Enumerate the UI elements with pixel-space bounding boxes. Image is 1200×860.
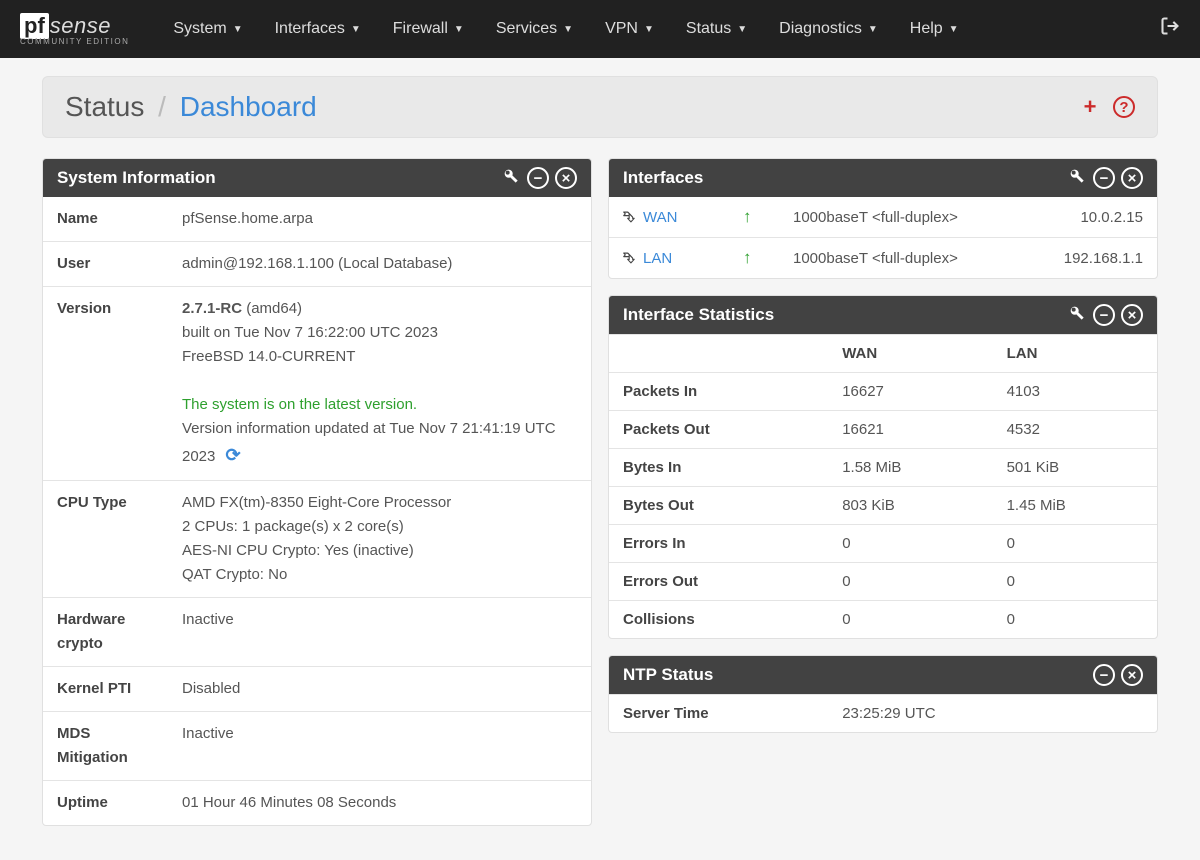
interface-row: ⮷ LAN ↑ 1000baseT <full-duplex> 192.168.1…: [609, 238, 1157, 279]
refresh-icon[interactable]: ⟳: [226, 441, 241, 470]
chevron-down-icon: ▼: [949, 24, 959, 35]
panel-title: NTP Status: [623, 665, 1093, 685]
col-wan: WAN: [828, 335, 992, 373]
label-name: Name: [43, 197, 168, 242]
value-version: 2.7.1-RC (amd64) built on Tue Nov 7 16:2…: [168, 287, 591, 481]
panel-title: System Information: [57, 168, 503, 188]
ntp-server-time: 23:25:29 UTC: [828, 695, 1157, 733]
top-navbar: pfsense COMMUNITY EDITION System▼ Interf…: [0, 0, 1200, 58]
brand-logo[interactable]: pfsense COMMUNITY EDITION: [20, 13, 129, 46]
chevron-down-icon: ▼: [868, 24, 878, 35]
panel-title: Interfaces: [623, 168, 1069, 188]
table-row: MDS MitigationInactive: [43, 711, 591, 780]
nav-services[interactable]: Services▼: [482, 12, 587, 46]
table-row: Uptime01 Hour 46 Minutes 08 Seconds: [43, 780, 591, 825]
nav-menu: System▼ Interfaces▼ Firewall▼ Services▼ …: [159, 12, 1160, 46]
value-user: admin@192.168.1.100 (Local Database): [168, 242, 591, 287]
table-row: CPU Type AMD FX(tm)-8350 Eight-Core Proc…: [43, 480, 591, 597]
chevron-down-icon: ▼: [644, 24, 654, 35]
value-cpu: AMD FX(tm)-8350 Eight-Core Processor 2 C…: [168, 480, 591, 597]
network-icon: ⮷: [623, 209, 635, 226]
nav-interfaces[interactable]: Interfaces▼: [261, 12, 375, 46]
chevron-down-icon: ▼: [454, 24, 464, 35]
wrench-icon[interactable]: [503, 168, 519, 189]
table-row: Useradmin@192.168.1.100 (Local Database): [43, 242, 591, 287]
nav-system[interactable]: System▼: [159, 12, 256, 46]
nav-firewall[interactable]: Firewall▼: [379, 12, 478, 46]
table-row: Kernel PTIDisabled: [43, 666, 591, 711]
nav-status[interactable]: Status▼: [672, 12, 761, 46]
value-name: pfSense.home.arpa: [168, 197, 591, 242]
value-pti: Disabled: [168, 666, 591, 711]
label-user: User: [43, 242, 168, 287]
label-uptime: Uptime: [43, 780, 168, 825]
interface-lan-link[interactable]: LAN: [643, 250, 672, 267]
table-row: Bytes Out803 KiB1.45 MiB: [609, 487, 1157, 525]
table-row: Hardware cryptoInactive: [43, 597, 591, 666]
chevron-down-icon: ▼: [737, 24, 747, 35]
interface-ip: 10.0.2.15: [1022, 197, 1157, 238]
interface-ip: 192.168.1.1: [1022, 238, 1157, 279]
logo-sense: sense: [50, 13, 111, 39]
breadcrumb: Status / Dashboard + ?: [42, 76, 1158, 138]
label-version: Version: [43, 287, 168, 481]
col-lan: LAN: [993, 335, 1157, 373]
nav-help[interactable]: Help▼: [896, 12, 973, 46]
interface-wan-link[interactable]: WAN: [643, 209, 677, 226]
logo-subtitle: COMMUNITY EDITION: [20, 37, 129, 46]
interface-stats-panel: Interface Statistics − × WAN LAN Packets…: [608, 295, 1158, 639]
arrow-up-icon: ↑: [743, 207, 752, 226]
label-pti: Kernel PTI: [43, 666, 168, 711]
interface-media: 1000baseT <full-duplex>: [779, 238, 1022, 279]
wrench-icon[interactable]: [1069, 168, 1085, 189]
interface-row: ⮷ WAN ↑ 1000baseT <full-duplex> 10.0.2.15: [609, 197, 1157, 238]
logo-pf: pf: [20, 13, 49, 39]
ntp-status-panel: NTP Status − × Server Time23:25:29 UTC: [608, 655, 1158, 733]
logout-icon[interactable]: [1160, 16, 1180, 42]
label-hwcrypto: Hardware crypto: [43, 597, 168, 666]
label-cpu: CPU Type: [43, 480, 168, 597]
value-uptime: 01 Hour 46 Minutes 08 Seconds: [168, 780, 591, 825]
table-row: Collisions00: [609, 601, 1157, 639]
network-icon: ⮷: [623, 250, 635, 267]
minimize-icon[interactable]: −: [1093, 167, 1115, 189]
chevron-down-icon: ▼: [563, 24, 573, 35]
breadcrumb-separator: /: [158, 91, 166, 122]
help-icon[interactable]: ?: [1113, 96, 1135, 118]
interfaces-panel: Interfaces − × ⮷ WAN ↑ 1000baseT <full-du…: [608, 158, 1158, 279]
interface-media: 1000baseT <full-duplex>: [779, 197, 1022, 238]
close-icon[interactable]: ×: [555, 167, 577, 189]
value-mds: Inactive: [168, 711, 591, 780]
table-row: Errors In00: [609, 525, 1157, 563]
breadcrumb-root[interactable]: Status: [65, 91, 144, 122]
value-hwcrypto: Inactive: [168, 597, 591, 666]
minimize-icon[interactable]: −: [1093, 664, 1115, 686]
minimize-icon[interactable]: −: [527, 167, 549, 189]
nav-diagnostics[interactable]: Diagnostics▼: [765, 12, 892, 46]
table-row: Errors Out00: [609, 563, 1157, 601]
breadcrumb-current[interactable]: Dashboard: [180, 91, 317, 122]
label-mds: MDS Mitigation: [43, 711, 168, 780]
nav-vpn[interactable]: VPN▼: [591, 12, 668, 46]
stats-header-row: WAN LAN: [609, 335, 1157, 373]
table-row: Bytes In1.58 MiB501 KiB: [609, 449, 1157, 487]
arrow-up-icon: ↑: [743, 248, 752, 267]
minimize-icon[interactable]: −: [1093, 304, 1115, 326]
close-icon[interactable]: ×: [1121, 304, 1143, 326]
table-row: Packets In166274103: [609, 373, 1157, 411]
table-row: NamepfSense.home.arpa: [43, 197, 591, 242]
add-widget-icon[interactable]: +: [1079, 96, 1101, 118]
table-row: Version 2.7.1-RC (amd64) built on Tue No…: [43, 287, 591, 481]
close-icon[interactable]: ×: [1121, 664, 1143, 686]
chevron-down-icon: ▼: [351, 24, 361, 35]
panel-title: Interface Statistics: [623, 305, 1069, 325]
table-row: Server Time23:25:29 UTC: [609, 695, 1157, 733]
close-icon[interactable]: ×: [1121, 167, 1143, 189]
chevron-down-icon: ▼: [233, 24, 243, 35]
wrench-icon[interactable]: [1069, 305, 1085, 326]
table-row: Packets Out166214532: [609, 411, 1157, 449]
